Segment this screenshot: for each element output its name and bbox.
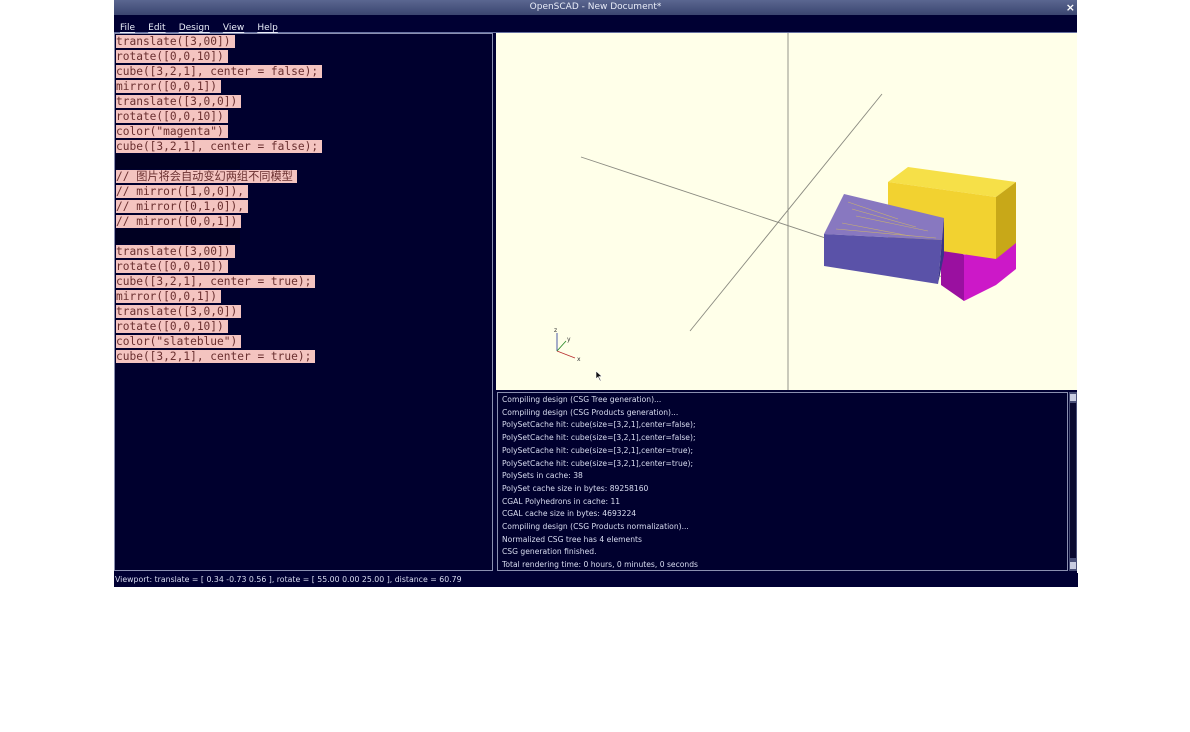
- 3d-viewport[interactable]: z y x: [496, 33, 1077, 390]
- editor-line[interactable]: cube([3,2,1], center = false);: [115, 139, 492, 154]
- editor-line[interactable]: // mirror([0,0,1]): [115, 214, 492, 229]
- gizmo-label-x: x: [577, 356, 581, 363]
- editor-line[interactable]: // mirror([1,0,0]),: [115, 184, 492, 199]
- editor-line[interactable]: [115, 229, 492, 244]
- gizmo-label-y: y: [567, 336, 571, 343]
- console-line: Compiling design (CSG Tree generation)..…: [502, 395, 662, 404]
- menu-bar: File Edit Design View Help: [114, 15, 1077, 33]
- editor-line-text: rotate([0,0,10]): [116, 110, 228, 123]
- editor-line-text: [116, 229, 240, 244]
- console-line: PolySets in cache: 38: [502, 471, 583, 481]
- console-line: Total rendering time: 0 hours, 0 minutes…: [502, 560, 699, 570]
- editor-line-text: cube([3,2,1], center = false);: [116, 65, 323, 78]
- editor-line[interactable]: rotate([0,0,10]): [115, 109, 492, 124]
- editor-line-text: translate([3,00]): [116, 35, 235, 48]
- editor-line-text: rotate([0,0,10]): [116, 50, 228, 63]
- editor-line[interactable]: color("slateblue"): [115, 334, 492, 349]
- viewport-canvas: z y x: [554, 33, 1016, 390]
- editor-line[interactable]: cube([3,2,1], center = true);: [115, 274, 492, 289]
- editor-line-text: // 图片将会自动变幻两组不同模型: [116, 170, 297, 183]
- editor-line-text: translate([3,0,0]): [116, 305, 242, 318]
- title-bar[interactable]: OpenSCAD - New Document* ×: [114, 0, 1077, 15]
- mouse-pointer-icon: [595, 370, 603, 382]
- editor-line-text: translate([3,0,0]): [116, 95, 242, 108]
- console-line: CSG generation finished.: [502, 547, 597, 557]
- editor-line-text: translate([3,00]): [116, 245, 235, 258]
- gizmo-label-z: z: [554, 327, 557, 334]
- console-line: PolySetCache hit: cube(size=[3,2,1],cent…: [502, 420, 696, 430]
- editor-line[interactable]: // 图片将会自动变幻两组不同模型: [115, 169, 492, 184]
- editor-line[interactable]: translate([3,00]): [115, 34, 492, 49]
- close-icon[interactable]: ×: [1066, 0, 1075, 15]
- editor-line[interactable]: rotate([0,0,10]): [115, 49, 492, 64]
- editor-line[interactable]: rotate([0,0,10]): [115, 259, 492, 274]
- editor-line[interactable]: mirror([0,0,1]): [115, 289, 492, 304]
- status-bar: Viewport: translate = [ 0.34 -0.73 0.56 …: [114, 573, 1078, 587]
- console-line: PolySet cache size in bytes: 89258160: [502, 483, 649, 493]
- scroll-up-arrow-icon[interactable]: [1070, 394, 1076, 401]
- editor-line-text: mirror([0,0,1]): [116, 80, 222, 93]
- editor-line[interactable]: rotate([0,0,10]): [115, 319, 492, 334]
- console-line: Compiling design (CSG Products generatio…: [502, 407, 679, 417]
- editor-line[interactable]: color("magenta"): [115, 124, 492, 139]
- editor-line-text: mirror([0,0,1]): [116, 290, 222, 303]
- editor-line-text: cube([3,2,1], center = true);: [116, 350, 316, 363]
- console-line: Normalized CSG tree has 4 elements: [502, 534, 642, 544]
- console-line: PolySetCache hit: cube(size=[3,2,1],cent…: [502, 433, 696, 443]
- editor-line-text: [116, 154, 240, 169]
- console-line: CGAL Polyhedrons in cache: 11: [502, 496, 621, 506]
- editor-line[interactable]: translate([3,0,0]): [115, 94, 492, 109]
- editor-line-text: rotate([0,0,10]): [116, 320, 228, 333]
- console-line: PolySetCache hit: cube(size=[3,2,1],cent…: [502, 445, 694, 455]
- openscad-window: OpenSCAD - New Document* × File Edit Des…: [114, 0, 1078, 587]
- axis-gizmo: z y x: [554, 327, 581, 363]
- editor-line[interactable]: translate([3,00]): [115, 244, 492, 259]
- editor-line-text: // mirror([0,0,1]): [116, 215, 242, 228]
- window-title: OpenSCAD - New Document*: [529, 2, 662, 12]
- editor-line[interactable]: cube([3,2,1], center = false);: [115, 64, 492, 79]
- editor-line-text: // mirror([0,1,0]),: [116, 200, 248, 213]
- scroll-thumb[interactable]: [1070, 403, 1076, 558]
- editor-line[interactable]: mirror([0,0,1]): [115, 79, 492, 94]
- editor-line-text: cube([3,2,1], center = false);: [116, 140, 323, 153]
- editor-line-text: // mirror([1,0,0]),: [116, 185, 248, 198]
- editor-line[interactable]: translate([3,0,0]): [115, 304, 492, 319]
- editor-line[interactable]: [115, 154, 492, 169]
- console-line: CGAL cache size in bytes: 4693224: [502, 509, 637, 519]
- code-editor[interactable]: translate([3,00]) rotate([0,0,10]) cube([3…: [114, 33, 493, 571]
- editor-line-text: rotate([0,0,10]): [116, 260, 228, 273]
- console-line: Compiling design (CSG Products normaliza…: [502, 522, 689, 532]
- editor-line-text: color("slateblue"): [116, 335, 242, 348]
- editor-line-text: color("magenta"): [116, 125, 228, 138]
- console-line: PolySetCache hit: cube(size=[3,2,1],cent…: [502, 458, 694, 468]
- scroll-down-arrow-icon[interactable]: [1070, 562, 1076, 569]
- console-output[interactable]: Compiling design (CSG Tree generation)..…: [497, 392, 1068, 571]
- editor-line[interactable]: cube([3,2,1], center = true);: [115, 349, 492, 364]
- console-scrollbar[interactable]: [1069, 392, 1077, 571]
- viewport-status-text: Viewport: translate = [ 0.34 -0.73 0.56 …: [115, 575, 462, 584]
- editor-line-text: cube([3,2,1], center = true);: [116, 275, 316, 288]
- editor-line[interactable]: // mirror([0,1,0]),: [115, 199, 492, 214]
